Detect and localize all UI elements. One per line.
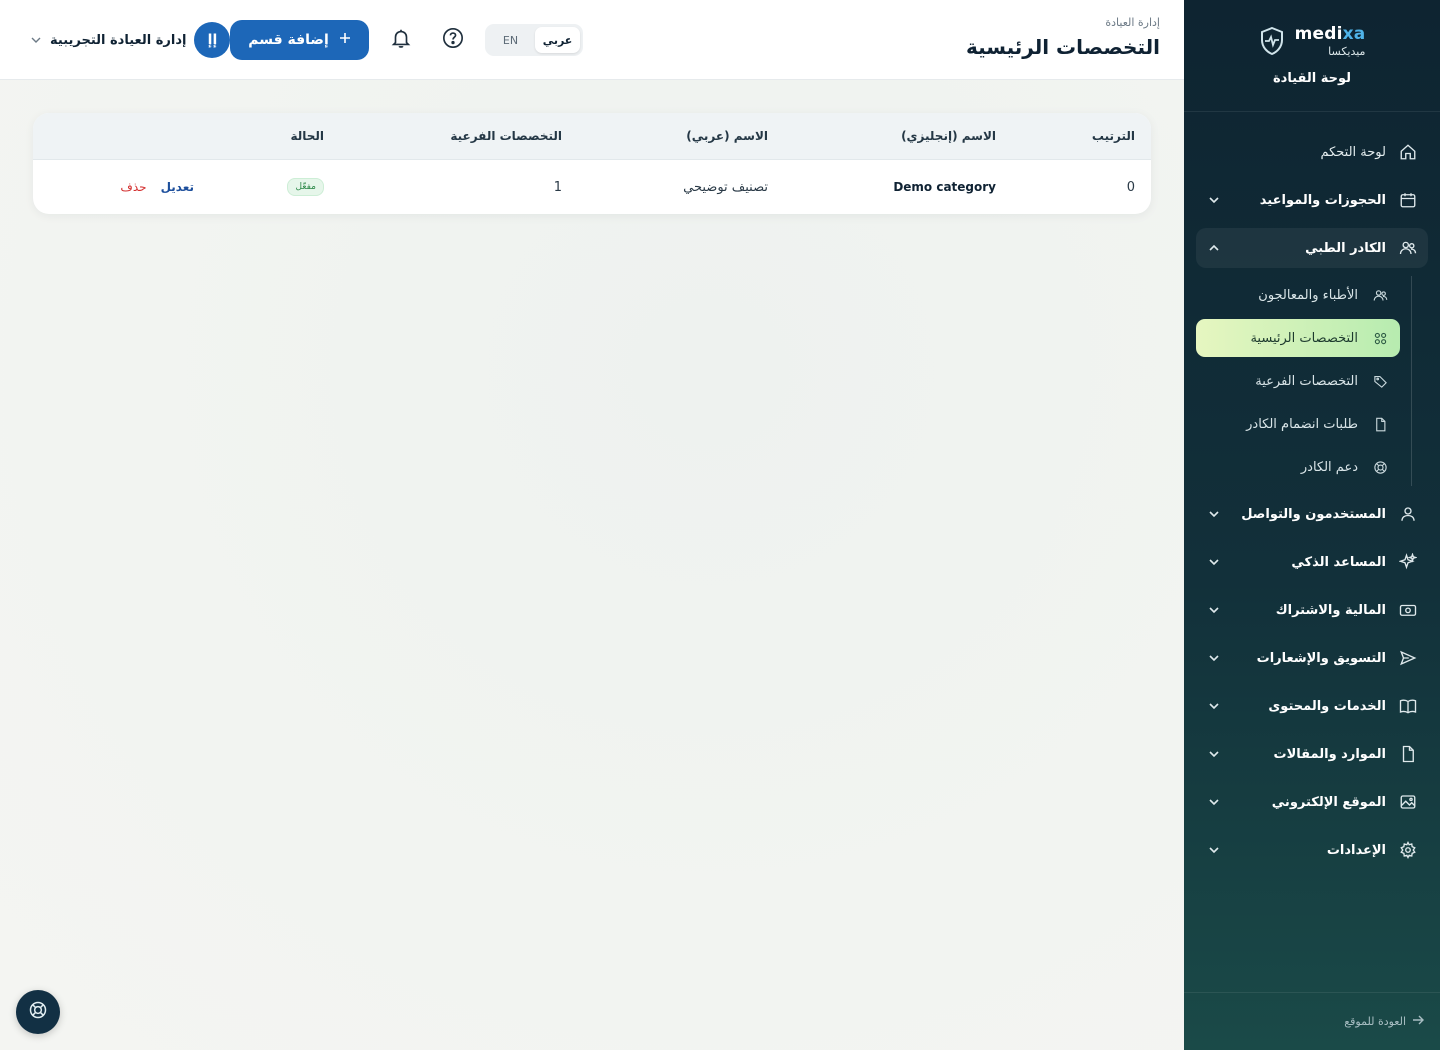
users-icon	[1372, 287, 1388, 303]
sidebar-item-resources[interactable]: الموارد والمقالات	[1196, 734, 1428, 774]
lifebuoy-icon	[1372, 459, 1388, 475]
home-icon	[1398, 142, 1418, 162]
grid-icon	[1372, 330, 1388, 346]
chevron-down-icon	[1206, 698, 1222, 714]
image-icon	[1398, 792, 1418, 812]
cell-sub-count: 1	[553, 179, 562, 195]
status-badge: مفعّل	[287, 178, 324, 196]
chevron-down-icon	[1206, 650, 1222, 666]
sidebar-subitem-doctors[interactable]: الأطباء والمعالجون	[1196, 276, 1400, 314]
column-header-name-ar[interactable]: الاسم (عربي)	[578, 129, 784, 143]
brand-name-ar: ميديكسا	[1328, 44, 1366, 58]
sidebar-subitem-sub-specialties[interactable]: التخصصات الفرعية	[1196, 362, 1400, 400]
cell-name-en: Demo category	[893, 180, 996, 194]
add-department-label: إضافة قسم	[248, 32, 329, 48]
chevron-up-icon	[1206, 240, 1222, 256]
column-header-status[interactable]: الحالة	[210, 129, 340, 143]
user-icon	[1398, 504, 1418, 524]
chevron-down-icon	[1206, 506, 1222, 522]
table-row: 0 Demo category تصنيف توضيحي 1 مفعّل حذف…	[33, 160, 1151, 214]
chevron-down-icon	[1206, 794, 1222, 810]
gear-icon	[1398, 840, 1418, 860]
column-header-name-en[interactable]: الاسم (إنجليزي)	[784, 129, 1012, 143]
bell-icon	[390, 26, 412, 54]
brand: medixa ميديكسا لوحة القيادة	[1184, 0, 1440, 112]
lang-ar-button[interactable]: عربي	[535, 27, 580, 53]
sidebar-subitem-join-requests[interactable]: طلبات انضمام الكادر	[1196, 405, 1400, 443]
column-header-order[interactable]: الترتيب	[1012, 129, 1151, 143]
chevron-down-icon	[1206, 192, 1222, 208]
back-to-site-label: العودة للموقع	[1344, 1015, 1406, 1028]
sidebar-subitem-staff-support[interactable]: دعم الكادر	[1196, 448, 1400, 486]
shield-pulse-icon	[1259, 26, 1285, 56]
document-icon	[1372, 416, 1388, 432]
sidebar-item-finance[interactable]: المالية والاشتراك	[1196, 590, 1428, 630]
sidebar-subitem-main-specialties[interactable]: التخصصات الرئيسية	[1196, 319, 1400, 357]
tag-icon	[1372, 373, 1388, 389]
chevron-down-icon	[1206, 554, 1222, 570]
chevron-down-icon	[1206, 602, 1222, 618]
file-icon	[1398, 744, 1418, 764]
book-icon	[1398, 696, 1418, 716]
sparkles-icon	[1398, 552, 1418, 572]
sidebar: medixa ميديكسا لوحة القيادة لوحة التحكم …	[1184, 0, 1440, 1050]
notifications-button[interactable]	[387, 26, 415, 54]
cell-name-ar: تصنيف توضيحي	[683, 179, 768, 195]
language-toggle: EN عربي	[485, 24, 583, 56]
user-name: إدارة العيادة التجريبية	[50, 32, 187, 48]
cell-actions: حذف تعديل	[33, 180, 210, 194]
chevron-down-icon	[1206, 746, 1222, 762]
table-header: الترتيب الاسم (إنجليزي) الاسم (عربي) الت…	[33, 113, 1151, 160]
top-header: إدارة العيادة التخصصات الرئيسية EN عربي …	[0, 0, 1184, 80]
column-header-sub-specialties[interactable]: التخصصات الفرعية	[340, 129, 578, 143]
sidebar-item-medical-staff[interactable]: الكادر الطبي	[1196, 228, 1428, 268]
cell-order: 0	[1126, 179, 1135, 195]
specialties-table: الترتيب الاسم (إنجليزي) الاسم (عربي) الت…	[33, 113, 1151, 214]
page-titles: إدارة العيادة التخصصات الرئيسية	[966, 16, 1160, 59]
user-menu[interactable]: إدارة العيادة التجريبية إإ	[30, 22, 231, 58]
help-button[interactable]	[439, 26, 467, 54]
sidebar-item-settings[interactable]: الإعدادات	[1196, 830, 1428, 870]
page-title: التخصصات الرئيسية	[965, 35, 1160, 59]
sidebar-item-services[interactable]: الخدمات والمحتوى	[1196, 686, 1428, 726]
sidebar-item-marketing[interactable]: التسويق والإشعارات	[1196, 638, 1428, 678]
brand-subtitle: لوحة القيادة	[1272, 70, 1352, 86]
help-icon	[442, 27, 464, 53]
arrow-right-icon	[1412, 1014, 1424, 1029]
sidebar-item-website[interactable]: الموقع الإلكتروني	[1196, 782, 1428, 822]
sidebar-nav: لوحة التحكم الحجوزات والمواعيد الكادر ال…	[1184, 112, 1440, 870]
users-icon	[1398, 238, 1418, 258]
edit-link[interactable]: تعديل	[161, 180, 194, 194]
cell-status: مفعّل	[210, 178, 340, 196]
medical-staff-submenu: الأطباء والمعالجون التخصصات الرئيسية الت…	[1196, 276, 1428, 486]
support-button[interactable]	[16, 990, 60, 1034]
sidebar-item-dashboard[interactable]: لوحة التحكم	[1196, 132, 1428, 172]
calendar-icon	[1398, 190, 1418, 210]
sidebar-item-ai-assistant[interactable]: المساعد الذكي	[1196, 542, 1428, 582]
main-content: الترتيب الاسم (إنجليزي) الاسم (عربي) الت…	[0, 80, 1184, 1050]
avatar: إإ	[194, 22, 231, 58]
breadcrumb[interactable]: إدارة العيادة	[966, 16, 1160, 29]
sidebar-item-bookings[interactable]: الحجوزات والمواعيد	[1196, 180, 1428, 220]
lang-en-button[interactable]: EN	[488, 27, 533, 53]
plus-icon	[339, 32, 351, 48]
delete-link[interactable]: حذف	[120, 180, 146, 194]
chevron-down-icon	[1206, 842, 1222, 858]
add-department-button[interactable]: إضافة قسم	[230, 20, 369, 60]
money-icon	[1398, 600, 1418, 620]
sidebar-item-users[interactable]: المستخدمون والتواصل	[1196, 494, 1428, 534]
brand-name: medixa	[1294, 23, 1366, 44]
send-icon	[1398, 648, 1418, 668]
lifebuoy-icon	[28, 1000, 48, 1024]
chevron-down-icon	[30, 31, 42, 50]
back-to-site-link[interactable]: العودة للموقع	[1184, 992, 1440, 1050]
